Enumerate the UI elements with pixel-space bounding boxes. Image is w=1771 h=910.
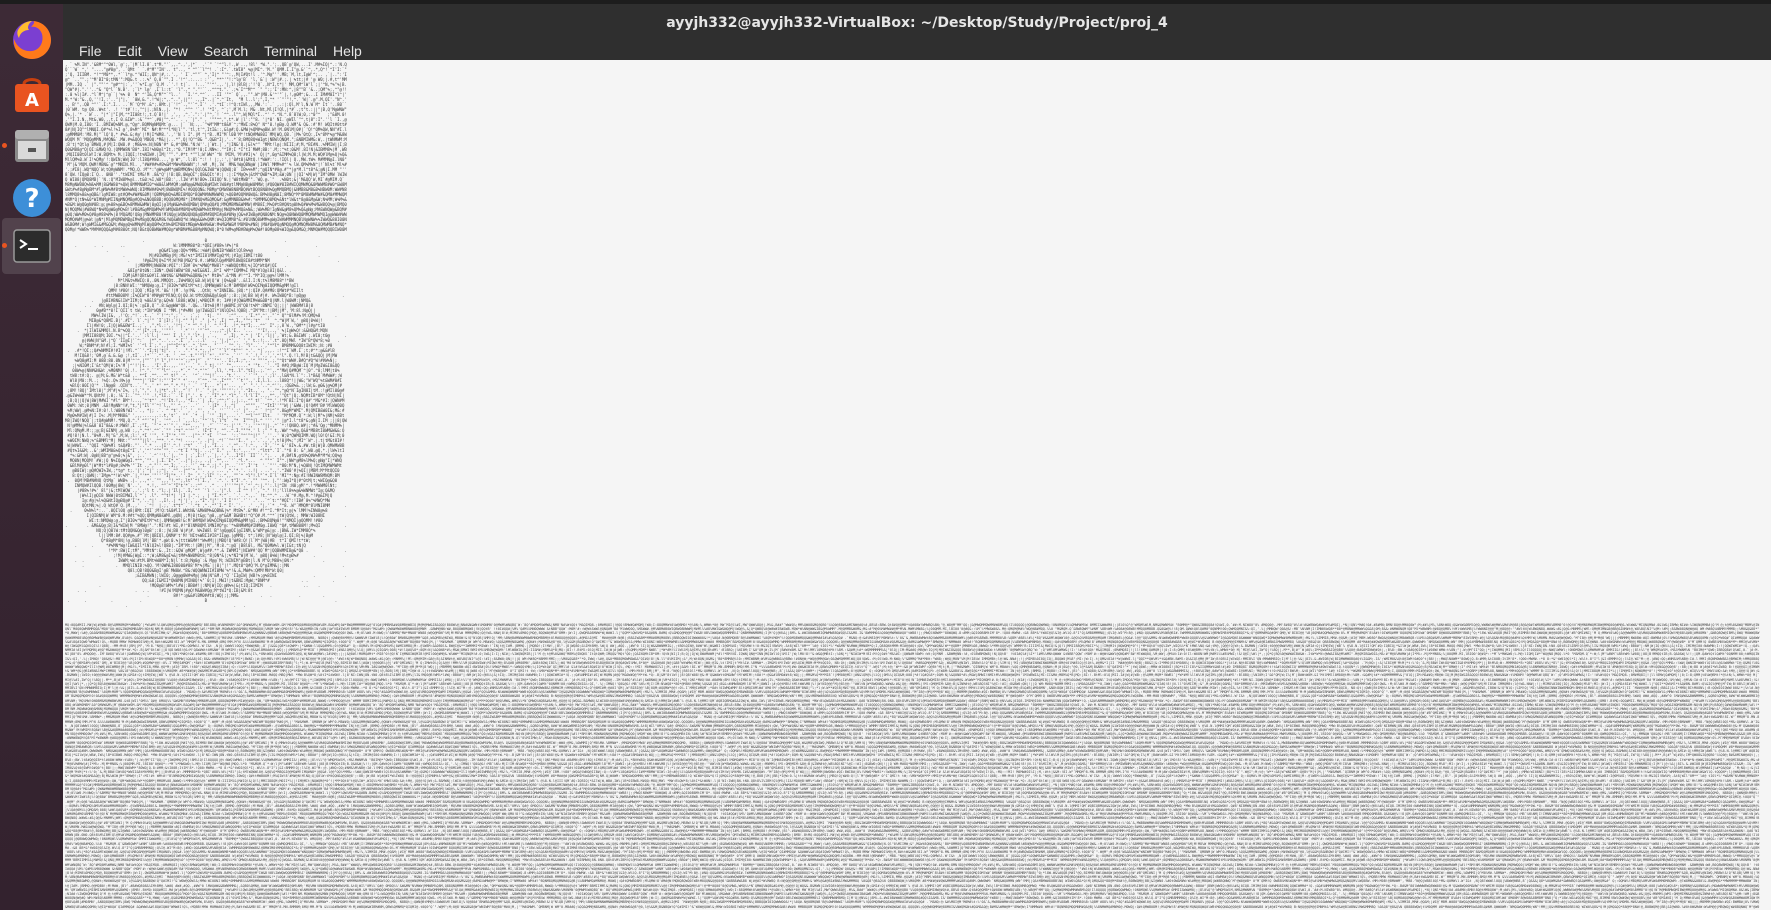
svg-text:A: A bbox=[25, 90, 39, 111]
dock: A ? bbox=[0, 4, 63, 910]
menu-file[interactable]: File bbox=[71, 43, 110, 59]
menu-help[interactable]: Help bbox=[325, 43, 370, 59]
firefox-icon bbox=[12, 21, 51, 59]
software-store-icon: A bbox=[14, 78, 49, 112]
dock-item-files[interactable] bbox=[2, 118, 61, 174]
ascii-art-wide: MQ:0QQ#MII.M#|W|#@WB:8@%QMM8MQM*WNWBQ`|*… bbox=[65, 623, 1760, 909]
running-indicator bbox=[2, 243, 7, 248]
dock-item-software[interactable]: A bbox=[2, 66, 61, 122]
menu-bar: File Edit View Search Terminal Help bbox=[63, 41, 1771, 60]
terminal-output[interactable]: , ` %M.IN".'&8M^"^0Wl,`@';,`|M`lI.8`.t^M… bbox=[63, 60, 1771, 910]
window-title: ayyjh332@ayyjh332-VirtualBox: ~/Desktop/… bbox=[666, 14, 1168, 31]
terminal-icon bbox=[12, 229, 51, 263]
menu-edit[interactable]: Edit bbox=[110, 43, 150, 59]
dock-item-firefox[interactable] bbox=[2, 12, 61, 68]
dock-item-terminal[interactable] bbox=[2, 218, 61, 274]
title-bar[interactable]: ayyjh332@ayyjh332-VirtualBox: ~/Desktop/… bbox=[63, 4, 1771, 41]
running-indicator bbox=[2, 143, 7, 148]
files-icon bbox=[14, 130, 49, 162]
menu-view[interactable]: View bbox=[150, 43, 196, 59]
terminal-window: ayyjh332@ayyjh332-VirtualBox: ~/Desktop/… bbox=[63, 4, 1771, 910]
menu-search[interactable]: Search bbox=[196, 43, 256, 59]
ascii-art-portrait: . 0 . . . . .. W:lMMMM80*B:*QBI|#88%!#%|… bbox=[65, 238, 347, 608]
menu-terminal[interactable]: Terminal bbox=[256, 43, 325, 59]
help-icon: ? bbox=[12, 179, 51, 217]
ascii-art-top: , ` %M.IN".'&8M^"^0Wl,`@';,`|M`lI.8`.t^M… bbox=[65, 62, 347, 232]
svg-text:?: ? bbox=[24, 184, 39, 214]
